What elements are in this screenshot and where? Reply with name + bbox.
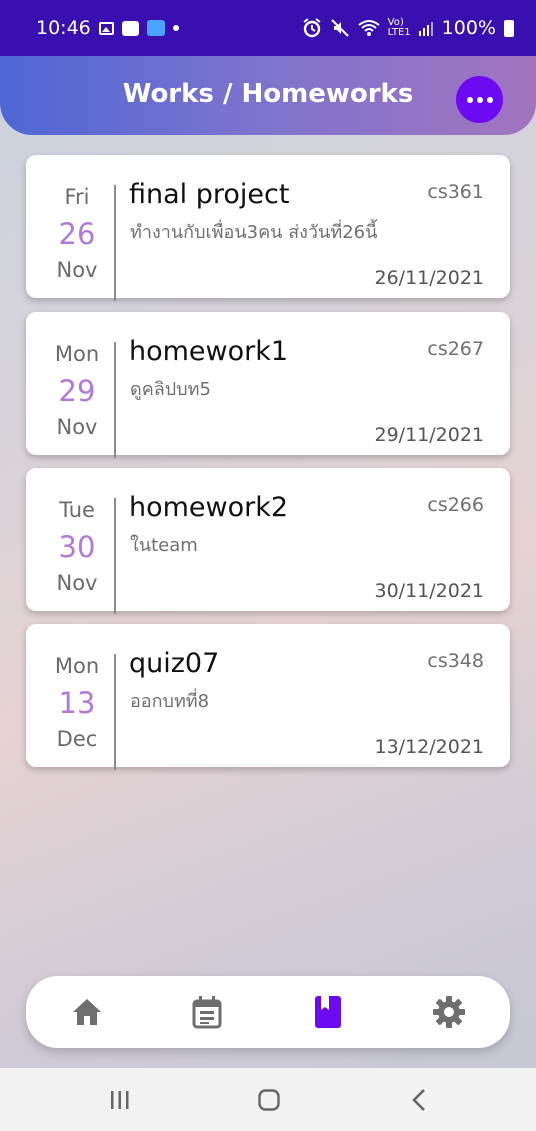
homework-card[interactable]: Fri 26 Nov final project cs361 ทำงานกับเ… — [26, 155, 510, 301]
card-divider — [114, 498, 116, 614]
course-code: cs348 — [427, 650, 484, 672]
book-icon — [315, 996, 341, 1028]
homework-title: quiz07 — [129, 648, 220, 679]
course-code: cs267 — [427, 338, 484, 360]
due-date: 29/11/2021 — [374, 424, 484, 446]
due-date: 13/12/2021 — [374, 736, 484, 758]
system-navigation-bar — [0, 1068, 536, 1131]
weekday-label: Fri — [64, 185, 90, 209]
signal-icon — [418, 22, 433, 36]
month-label: Nov — [56, 258, 98, 282]
system-home-button[interactable] — [255, 1086, 283, 1114]
gallery-notification-icon — [98, 21, 114, 35]
day-number: 26 — [58, 217, 96, 251]
course-code: cs266 — [427, 494, 484, 516]
recents-button[interactable] — [106, 1086, 134, 1114]
homework-description: ทำงานกับเพื่อน3คน ส่งวันที่26นี้ — [130, 222, 378, 243]
date-column: Mon 13 Dec — [26, 640, 128, 770]
app-header: Works / Homeworks — [0, 56, 536, 135]
due-date: 26/11/2021 — [374, 267, 484, 289]
card-divider — [114, 342, 116, 458]
home-icon — [73, 999, 101, 1025]
app2-notification-icon — [146, 20, 165, 36]
app-notification-icon — [121, 20, 139, 36]
calendar-icon — [192, 996, 222, 1029]
gear-icon — [433, 996, 465, 1028]
day-number: 13 — [58, 686, 96, 720]
card-divider — [114, 185, 116, 301]
weekday-label: Mon — [54, 654, 100, 678]
homework-description: ดูคลิปบท5 — [130, 379, 211, 400]
weekday-label: Tue — [59, 498, 95, 522]
back-icon — [412, 1089, 425, 1111]
status-right: Vo) LTE1 100% — [302, 17, 514, 39]
status-time: 10:46 — [36, 17, 91, 39]
homework-card[interactable]: Mon 29 Nov homework1 cs267 ดูคลิปบท5 29/… — [26, 312, 510, 458]
more-options-button[interactable] — [456, 76, 503, 123]
month-label: Nov — [56, 415, 98, 439]
homework-description: ในteam — [130, 535, 198, 556]
day-number: 30 — [58, 530, 96, 564]
nav-homework-button[interactable] — [310, 994, 346, 1030]
homework-description: ออกบทที่8 — [130, 691, 210, 712]
status-left: 10:46 — [36, 17, 179, 39]
bottom-navigation — [26, 976, 510, 1048]
battery-percent: 100% — [441, 17, 496, 39]
date-column: Fri 26 Nov — [26, 171, 128, 301]
nav-settings-button[interactable] — [431, 994, 467, 1030]
course-code: cs361 — [427, 181, 484, 203]
wifi-icon — [358, 20, 380, 36]
homework-title: homework1 — [129, 336, 289, 367]
alarm-icon — [303, 18, 321, 38]
day-number: 29 — [58, 374, 96, 408]
nav-home-button[interactable] — [69, 994, 105, 1030]
month-label: Nov — [56, 571, 98, 595]
battery-icon — [504, 19, 514, 37]
homework-card[interactable]: Tue 30 Nov homework2 cs266 ในteam 30/11/… — [26, 468, 510, 614]
more-horizontal-icon-dot — [466, 96, 473, 103]
homework-title: homework2 — [129, 492, 289, 523]
network-label: Vo) LTE1 — [387, 17, 411, 38]
homework-card[interactable]: Mon 13 Dec quiz07 cs348 ออกบทที่8 13/12/… — [26, 624, 510, 770]
more-horizontal-icon-dot — [476, 96, 483, 103]
card-divider — [114, 654, 116, 770]
due-date: 30/11/2021 — [374, 580, 484, 602]
home-circle-icon — [258, 1089, 280, 1111]
more-notifications-dot-icon — [172, 25, 179, 31]
nav-calendar-button[interactable] — [189, 994, 225, 1030]
date-column: Tue 30 Nov — [26, 484, 128, 614]
status-bar: 10:46 Vo) LTE1 100% — [0, 0, 536, 56]
recents-icon — [111, 1091, 129, 1109]
homework-title: final project — [129, 179, 290, 210]
month-label: Dec — [56, 727, 98, 751]
mute-icon — [330, 19, 349, 37]
back-button[interactable] — [405, 1086, 433, 1114]
more-horizontal-icon-dot — [486, 96, 493, 103]
weekday-label: Mon — [54, 342, 100, 366]
date-column: Mon 29 Nov — [26, 328, 128, 458]
